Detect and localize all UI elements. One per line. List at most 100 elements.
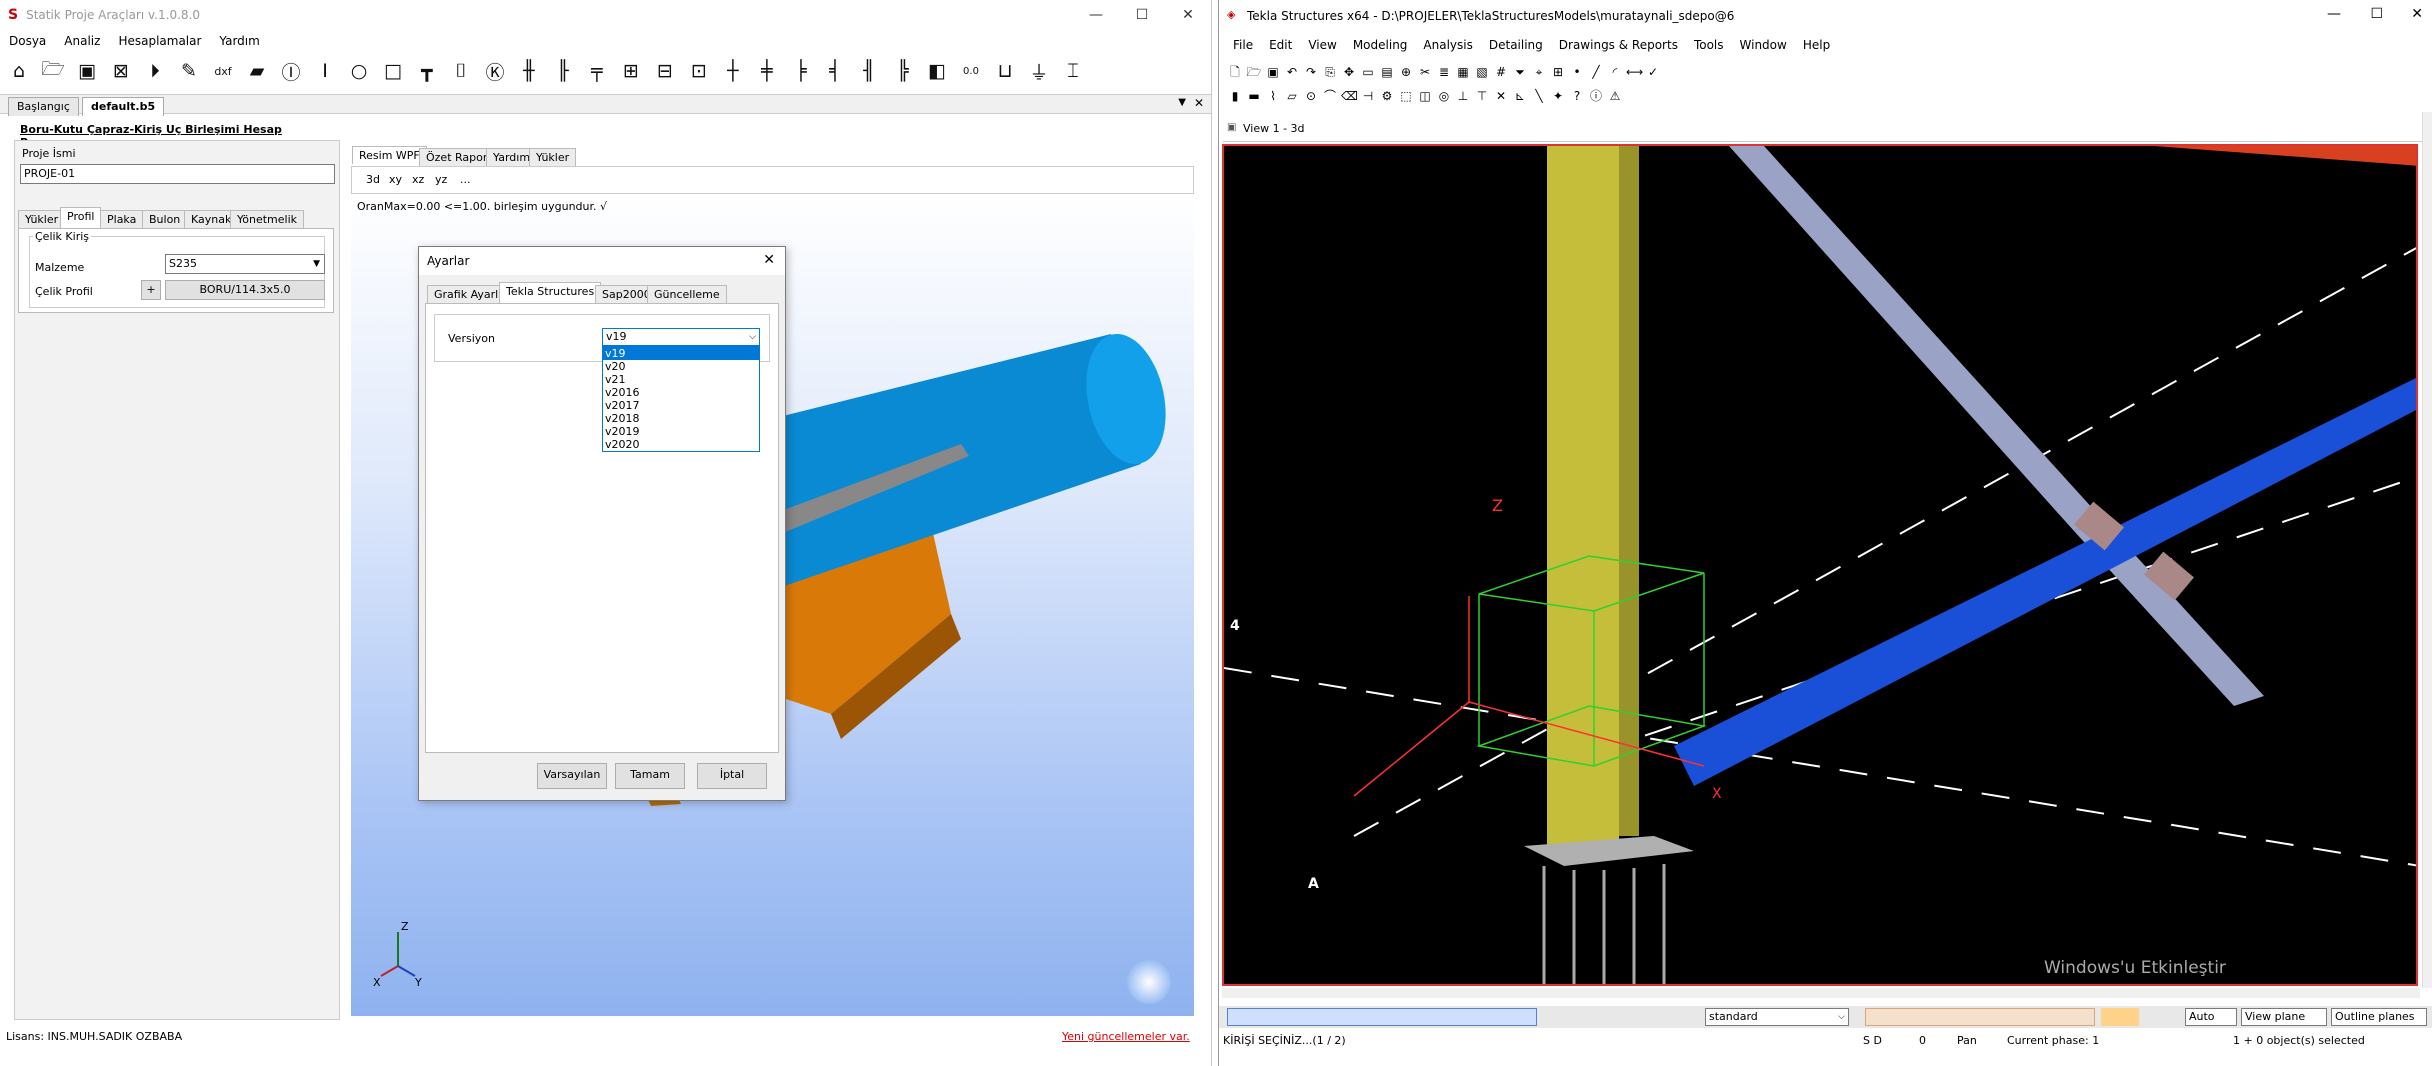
snap-perp-icon[interactable]: ⊾ xyxy=(1512,88,1528,104)
tab-yukler[interactable]: Yükler xyxy=(18,210,66,228)
query-icon[interactable]: ? xyxy=(1569,88,1585,104)
dropdown-arrow-icon[interactable]: ▼ xyxy=(1178,97,1186,108)
snap-any-icon[interactable]: ✦ xyxy=(1550,88,1566,104)
tekla-maximize-button[interactable]: ☐ xyxy=(2370,6,2383,22)
column-icon[interactable]: ▮ xyxy=(1227,88,1243,104)
tab-profil[interactable]: Profil xyxy=(60,207,102,228)
cut-part-icon[interactable]: ⌫ xyxy=(1341,88,1358,104)
view-more-button[interactable]: ... xyxy=(460,173,471,186)
flange-splice-icon[interactable]: ╡ xyxy=(820,56,850,86)
line-icon[interactable]: ╱ xyxy=(1588,64,1604,80)
material-select[interactable]: S235 ▼ xyxy=(165,254,325,274)
report-icon[interactable]: ▦ xyxy=(1455,64,1471,80)
tekla-menu-detailing[interactable]: Detailing xyxy=(1481,38,1551,56)
dimension-icon[interactable]: 0.0 xyxy=(956,56,986,86)
tekla-menu-help[interactable]: Help xyxy=(1795,38,1838,56)
tab-plaka[interactable]: Plaka xyxy=(100,210,144,228)
tab-default-b5[interactable]: default.b5 xyxy=(82,97,165,116)
save-icon[interactable]: ▣ xyxy=(1265,64,1281,80)
menu-dosya[interactable]: Dosya xyxy=(0,34,55,48)
snap-intersect-icon[interactable]: ✕ xyxy=(1493,88,1509,104)
update-link[interactable]: Yeni güncellemeler var. xyxy=(1062,1030,1190,1046)
version-option-v2020[interactable]: v2020 xyxy=(603,438,759,451)
dialog-tab-guncelleme[interactable]: Güncelleme xyxy=(647,285,727,303)
snap-icon[interactable]: ⌖ xyxy=(1531,64,1547,80)
home-icon[interactable]: ⌂ xyxy=(4,56,34,86)
drawing-icon[interactable]: ▧ xyxy=(1474,64,1490,80)
copy-icon[interactable]: ⎘ xyxy=(1322,64,1338,80)
plate-icon[interactable]: ▱ xyxy=(1284,88,1300,104)
snap-end-icon[interactable]: ⊥ xyxy=(1455,88,1471,104)
gusset-icon[interactable]: ⊡ xyxy=(684,56,714,86)
add-profile-button[interactable]: + xyxy=(141,280,161,300)
edit-icon[interactable]: ✎ xyxy=(174,56,204,86)
vertical-scrollbar[interactable] xyxy=(2422,112,2432,988)
tab-ozet-rapor[interactable]: Özet Rapor xyxy=(419,148,495,166)
version-option-v20[interactable]: v20 xyxy=(603,360,759,373)
mark-icon[interactable]: ✓ xyxy=(1645,64,1661,80)
close-tab-icon[interactable]: ✕ xyxy=(1194,96,1204,110)
tekla-menu-file[interactable]: File xyxy=(1225,38,1261,56)
beam-icon[interactable]: ▬ xyxy=(1246,88,1262,104)
bolted-splice-icon[interactable]: ⊞ xyxy=(616,56,646,86)
menu-hesaplamalar[interactable]: Hesaplamalar xyxy=(109,34,210,48)
save-as-icon[interactable]: ⊠ xyxy=(106,56,136,86)
cut-icon[interactable]: ✂ xyxy=(1417,64,1433,80)
tab-yukler-result[interactable]: Yükler xyxy=(529,148,577,166)
close-button[interactable]: ✕ xyxy=(1165,0,1211,30)
view-3d-button[interactable]: 3d xyxy=(366,173,380,186)
play-icon[interactable]: ⏵ xyxy=(140,56,170,86)
plate-icon[interactable]: ▰ xyxy=(242,56,272,86)
tab-bulon[interactable]: Bulon xyxy=(142,210,188,228)
tab-resim-wpf[interactable]: Resim WPF xyxy=(352,146,427,164)
select-all-icon[interactable]: ⬚ xyxy=(1398,88,1414,104)
project-name-input[interactable]: PROJE-01 xyxy=(20,164,335,184)
snap-mid-icon[interactable]: ⊤ xyxy=(1474,88,1490,104)
minimize-button[interactable]: — xyxy=(1073,0,1119,30)
window-icon[interactable]: ▤ xyxy=(1379,64,1395,80)
dxf-icon[interactable]: dxf xyxy=(208,56,238,86)
end-plate-icon[interactable]: ╟ xyxy=(548,56,578,86)
tekla-menu-drawings[interactable]: Drawings & Reports xyxy=(1551,38,1686,56)
defaults-button[interactable]: Varsayılan xyxy=(537,763,607,789)
column-icon[interactable]: ⌷ xyxy=(446,56,476,86)
flange-icon[interactable]: ╞ xyxy=(786,56,816,86)
fitting-icon[interactable]: ⊣ xyxy=(1360,88,1376,104)
auto-select[interactable]: Auto xyxy=(2185,1008,2237,1026)
weld-icon[interactable]: ⌒ xyxy=(1322,88,1338,104)
version-option-v2016[interactable]: v2016 xyxy=(603,386,759,399)
inquire-icon[interactable]: ⓘ xyxy=(1588,88,1604,104)
tekla-menu-tools[interactable]: Tools xyxy=(1686,38,1732,56)
version-option-v21[interactable]: v21 xyxy=(603,373,759,386)
open-folder-icon[interactable]: 🗁 xyxy=(38,56,68,86)
snap-switches[interactable] xyxy=(1865,1008,2095,1026)
version-option-v19[interactable]: v19 xyxy=(603,347,759,360)
zoom-icon[interactable]: ⊕ xyxy=(1398,64,1414,80)
web-plate-icon[interactable]: ╪ xyxy=(752,56,782,86)
save-icon[interactable]: ▣ xyxy=(72,56,102,86)
bolt-icon[interactable]: ⊙ xyxy=(1303,88,1319,104)
truss-icon[interactable]: ⊟ xyxy=(650,56,680,86)
view-plane-select[interactable]: View plane xyxy=(2241,1008,2327,1026)
undo-icon[interactable]: ↶ xyxy=(1284,64,1300,80)
point-icon[interactable]: • xyxy=(1569,64,1585,80)
tekla-menu-edit[interactable]: Edit xyxy=(1261,38,1300,56)
tekla-3d-viewport[interactable]: 4 A Z X Windows'u Etkinleştir xyxy=(1222,144,2418,986)
corner-joint-icon[interactable]: ◧ xyxy=(922,56,952,86)
view-yz-button[interactable]: yz xyxy=(435,173,447,186)
snap-line-icon[interactable]: ╲ xyxy=(1531,88,1547,104)
tekla-close-button[interactable]: ✕ xyxy=(2411,6,2423,22)
tapered-icon[interactable]: ⏚ xyxy=(1024,56,1054,86)
tekla-menu-window[interactable]: Window xyxy=(1732,38,1795,56)
polybeam-icon[interactable]: ⌇ xyxy=(1265,88,1281,104)
k-joint-icon[interactable]: Ⓚ xyxy=(480,56,510,86)
tab-baslangic[interactable]: Başlangıç xyxy=(8,97,79,116)
horizontal-scrollbar[interactable] xyxy=(1222,988,2420,998)
filter-icon[interactable]: ⏷ xyxy=(1512,64,1528,80)
view-xz-button[interactable]: xz xyxy=(412,173,424,186)
tab-yonetmelik[interactable]: Yönetmelik xyxy=(230,210,305,228)
version-option-v2017[interactable]: v2017 xyxy=(603,399,759,412)
circle-section-icon[interactable]: ○ xyxy=(344,56,374,86)
numbering-icon[interactable]: # xyxy=(1493,64,1509,80)
view-xy-button[interactable]: xy xyxy=(389,173,402,186)
